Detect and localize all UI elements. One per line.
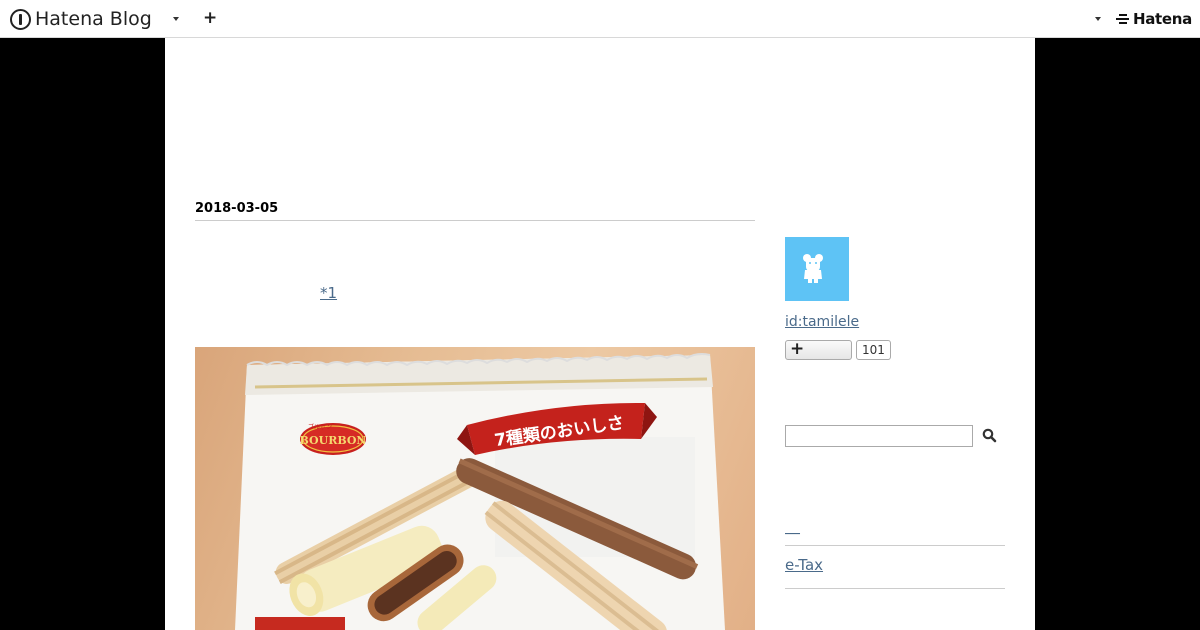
- blog-menu-chevron-down-icon[interactable]: [173, 17, 179, 21]
- bourbon-logo-text: BOURBON: [300, 434, 367, 447]
- search-button[interactable]: [980, 426, 1000, 446]
- bear-icon: [803, 254, 823, 283]
- profile-avatar[interactable]: [785, 237, 849, 301]
- add-entry-button[interactable]: +: [203, 9, 217, 27]
- bourbon-snack-bag-illustration: BOURBON ブルボン 7種類のおいしさ: [235, 353, 725, 630]
- hatena-blog-logo[interactable]: Hatena Blog: [10, 7, 152, 31]
- account-menu-chevron-down-icon[interactable]: [1095, 17, 1101, 21]
- sidebar-link-etax[interactable]: e-Tax: [785, 556, 823, 574]
- sidebar-link-item: e-Tax: [785, 556, 1005, 589]
- profile-id-link[interactable]: id:tamilele: [785, 314, 859, 330]
- follow-button[interactable]: +: [785, 339, 852, 360]
- sidebar-link-item: ＿: [785, 516, 1005, 546]
- hatena-blog-icon: [10, 8, 31, 30]
- search-input[interactable]: [785, 425, 973, 447]
- entry-photo[interactable]: BOURBON ブルボン 7種類のおいしさ: [195, 347, 755, 630]
- follow-plus-icon: +: [790, 339, 805, 359]
- main-content: 2018-03-05 *1 BOURBON ブルボン 7種類のおいしさ id:t…: [165, 38, 1035, 630]
- hatena-logo[interactable]: Hatena: [1115, 9, 1192, 29]
- footnote-link[interactable]: *1: [320, 284, 337, 302]
- follower-count-badge[interactable]: 101: [856, 340, 891, 360]
- entry-date[interactable]: 2018-03-05: [195, 201, 755, 221]
- global-header: Hatena Blog + Hatena: [0, 0, 1200, 38]
- search-icon: [982, 428, 997, 443]
- brand-label: Hatena Blog: [35, 8, 152, 30]
- hatena-logo-label: Hatena: [1132, 10, 1192, 28]
- hatena-mark-icon: [1115, 13, 1131, 25]
- sidebar-link-underscore[interactable]: ＿: [785, 518, 800, 536]
- bourbon-kana-text: ブルボン: [308, 423, 332, 431]
